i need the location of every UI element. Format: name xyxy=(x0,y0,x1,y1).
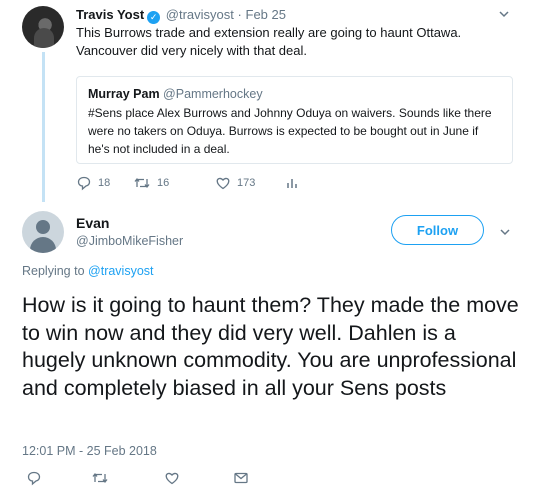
replying-to: Replying to @travisyost xyxy=(22,264,154,278)
chevron-down-icon[interactable] xyxy=(498,8,510,20)
quoted-author-handle: @Pammerhockey xyxy=(163,87,263,101)
analytics-icon xyxy=(287,179,297,188)
quoted-tweet[interactable]: Murray Pam @Pammerhockey #Sens place Ale… xyxy=(76,76,513,164)
author-name[interactable]: Evan xyxy=(76,215,109,231)
avatar-placeholder-body xyxy=(30,237,56,253)
retweet-icon xyxy=(92,472,108,484)
quoted-author-name: Murray Pam xyxy=(88,87,160,101)
tweet-date[interactable]: Feb 25 xyxy=(246,7,286,22)
parent-tweet[interactable]: Travis Yost ✓ @travisyost · Feb 25 This B… xyxy=(0,0,540,202)
heart-icon xyxy=(216,177,230,190)
quoted-tweet-text: #Sens place Alex Burrows and Johnny Oduy… xyxy=(88,106,492,156)
avatar-placeholder-head xyxy=(36,220,50,234)
heart-icon xyxy=(165,472,179,485)
tweet-text: How is it going to haunt them? They made… xyxy=(22,293,519,400)
verified-badge-icon: ✓ xyxy=(147,11,161,24)
like-count: 173 xyxy=(237,177,256,189)
avatar[interactable] xyxy=(22,211,64,253)
author-handle[interactable]: @JimboMikeFisher xyxy=(76,234,183,248)
analytics-button[interactable] xyxy=(284,175,300,191)
replying-to-link[interactable]: @travisyost xyxy=(88,264,153,278)
reply-button[interactable]: 18 xyxy=(76,175,110,191)
tweet-actions xyxy=(0,470,540,490)
tweet-header: Travis Yost ✓ @travisyost · Feb 25 xyxy=(76,7,286,24)
replying-to-label: Replying to xyxy=(22,264,85,278)
like-button[interactable]: 173 xyxy=(215,175,255,191)
author-name[interactable]: Travis Yost xyxy=(76,7,144,22)
reply-button[interactable] xyxy=(26,470,42,486)
retweet-button[interactable]: 16 xyxy=(133,175,169,191)
envelope-icon xyxy=(234,472,248,484)
direct-message-button[interactable] xyxy=(233,470,249,486)
reply-icon xyxy=(77,176,91,191)
follow-button[interactable]: Follow xyxy=(391,215,484,245)
retweet-icon xyxy=(134,177,150,189)
quoted-tweet-header: Murray Pam @Pammerhockey xyxy=(88,87,263,101)
chevron-down-icon[interactable] xyxy=(499,226,511,238)
separator-dot: · xyxy=(237,7,242,22)
tweet-timestamp[interactable]: 12:01 PM - 25 Feb 2018 xyxy=(22,444,157,458)
retweet-count: 16 xyxy=(157,177,170,189)
reply-count: 18 xyxy=(98,177,111,189)
thread-connector-line xyxy=(42,52,45,202)
avatar[interactable] xyxy=(22,6,64,48)
like-button[interactable] xyxy=(164,470,180,486)
author-handle[interactable]: @travisyost xyxy=(166,7,234,22)
retweet-button[interactable] xyxy=(91,470,109,486)
reply-icon xyxy=(27,471,41,486)
tweet-text: This Burrows trade and extension really … xyxy=(76,25,462,58)
